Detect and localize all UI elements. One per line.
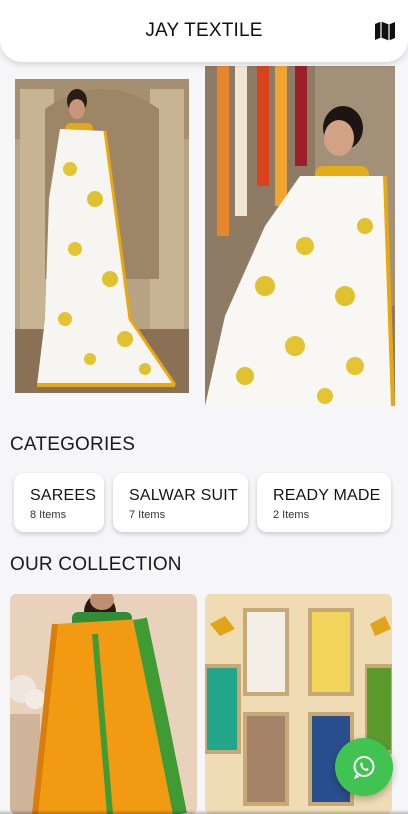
banner-image-saree-2[interactable] [205,66,395,406]
category-card-salwar-suit[interactable]: SALWAR SUIT 7 Items [113,473,248,532]
category-card-sarees[interactable]: SAREES 8 Items [14,473,104,532]
collection-heading: OUR COLLECTION [10,554,182,575]
category-name: SAREES [30,487,97,504]
whatsapp-icon [353,756,375,780]
bottom-edge [0,810,408,814]
app-header: JAY TEXTILE [0,0,408,62]
banner-image-saree-1[interactable] [15,79,189,393]
map-button[interactable] [372,18,398,44]
category-card-ready-made[interactable]: READY MADE 2 Items [257,473,391,532]
category-count: 2 Items [273,509,310,521]
categories-heading: CATEGORIES [10,434,136,455]
category-name: SALWAR SUIT [129,487,238,504]
map-icon [375,21,395,41]
app-title: JAY TEXTILE [145,20,263,41]
category-count: 8 Items [30,509,67,521]
category-count: 7 Items [129,509,166,521]
category-name: READY MADE [273,487,381,504]
collection-item-orange-saree[interactable] [10,594,197,814]
banner-gallery [0,66,408,408]
whatsapp-button[interactable] [335,738,393,796]
